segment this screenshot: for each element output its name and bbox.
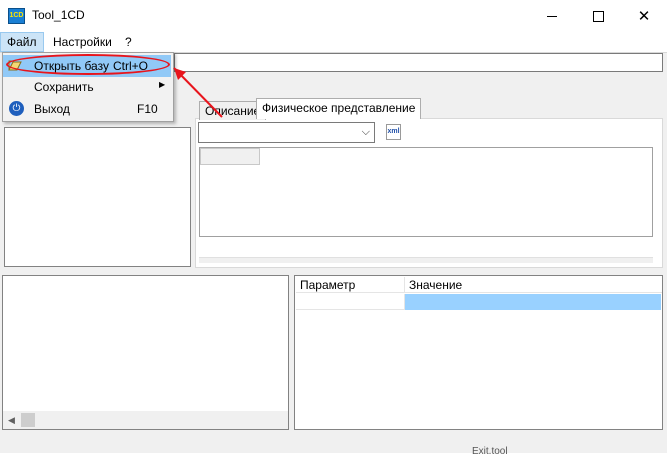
power-icon: ⏻: [9, 101, 24, 116]
menu-item-shortcut: F10: [137, 102, 158, 116]
close-button[interactable]: ✕: [621, 0, 667, 32]
minimize-button[interactable]: [529, 0, 575, 32]
minimize-icon: [547, 15, 557, 17]
app-icon: 1CD: [8, 8, 25, 24]
table-row-cell-selected[interactable]: [405, 294, 661, 310]
menu-save[interactable]: Сохранить: [3, 76, 171, 98]
scroll-left-icon[interactable]: ◀: [3, 411, 20, 429]
grid-header-cell[interactable]: [200, 148, 260, 165]
background-window-text: Exit.tool: [472, 446, 508, 457]
annotation-ellipse: [6, 54, 170, 75]
column-header-parameter[interactable]: Параметр: [296, 277, 405, 293]
path-field[interactable]: [174, 53, 663, 72]
format-combobox[interactable]: ⌵: [198, 122, 375, 143]
menu-item-label: Сохранить: [34, 80, 94, 94]
table-row-cell[interactable]: [296, 294, 405, 310]
status-strip: [0, 432, 667, 453]
menu-item-label: Выход: [34, 102, 70, 116]
grid-scrollbar[interactable]: [199, 257, 653, 263]
menu-settings[interactable]: Настройки: [47, 32, 118, 52]
scroll-thumb[interactable]: [21, 413, 35, 427]
maximize-icon: [592, 10, 604, 22]
close-icon: ✕: [637, 7, 651, 25]
xml-export-icon[interactable]: xml: [386, 124, 401, 140]
maximize-button[interactable]: [575, 0, 621, 32]
tab-physical-representation[interactable]: Физическое представление: [256, 98, 422, 119]
record-grid[interactable]: [199, 147, 653, 237]
column-header-value[interactable]: Значение: [405, 277, 662, 293]
window-title: Tool_1CD: [32, 8, 85, 22]
menu-help[interactable]: ?: [119, 32, 138, 52]
annotation-arrow: [173, 67, 223, 118]
field-list[interactable]: [2, 275, 289, 430]
horizontal-scrollbar[interactable]: [3, 411, 288, 429]
table-list[interactable]: [4, 127, 191, 267]
menu-file[interactable]: Файл: [0, 32, 44, 52]
chevron-down-icon: ⌵: [361, 126, 370, 138]
menu-exit[interactable]: Выход F10: [3, 98, 171, 120]
